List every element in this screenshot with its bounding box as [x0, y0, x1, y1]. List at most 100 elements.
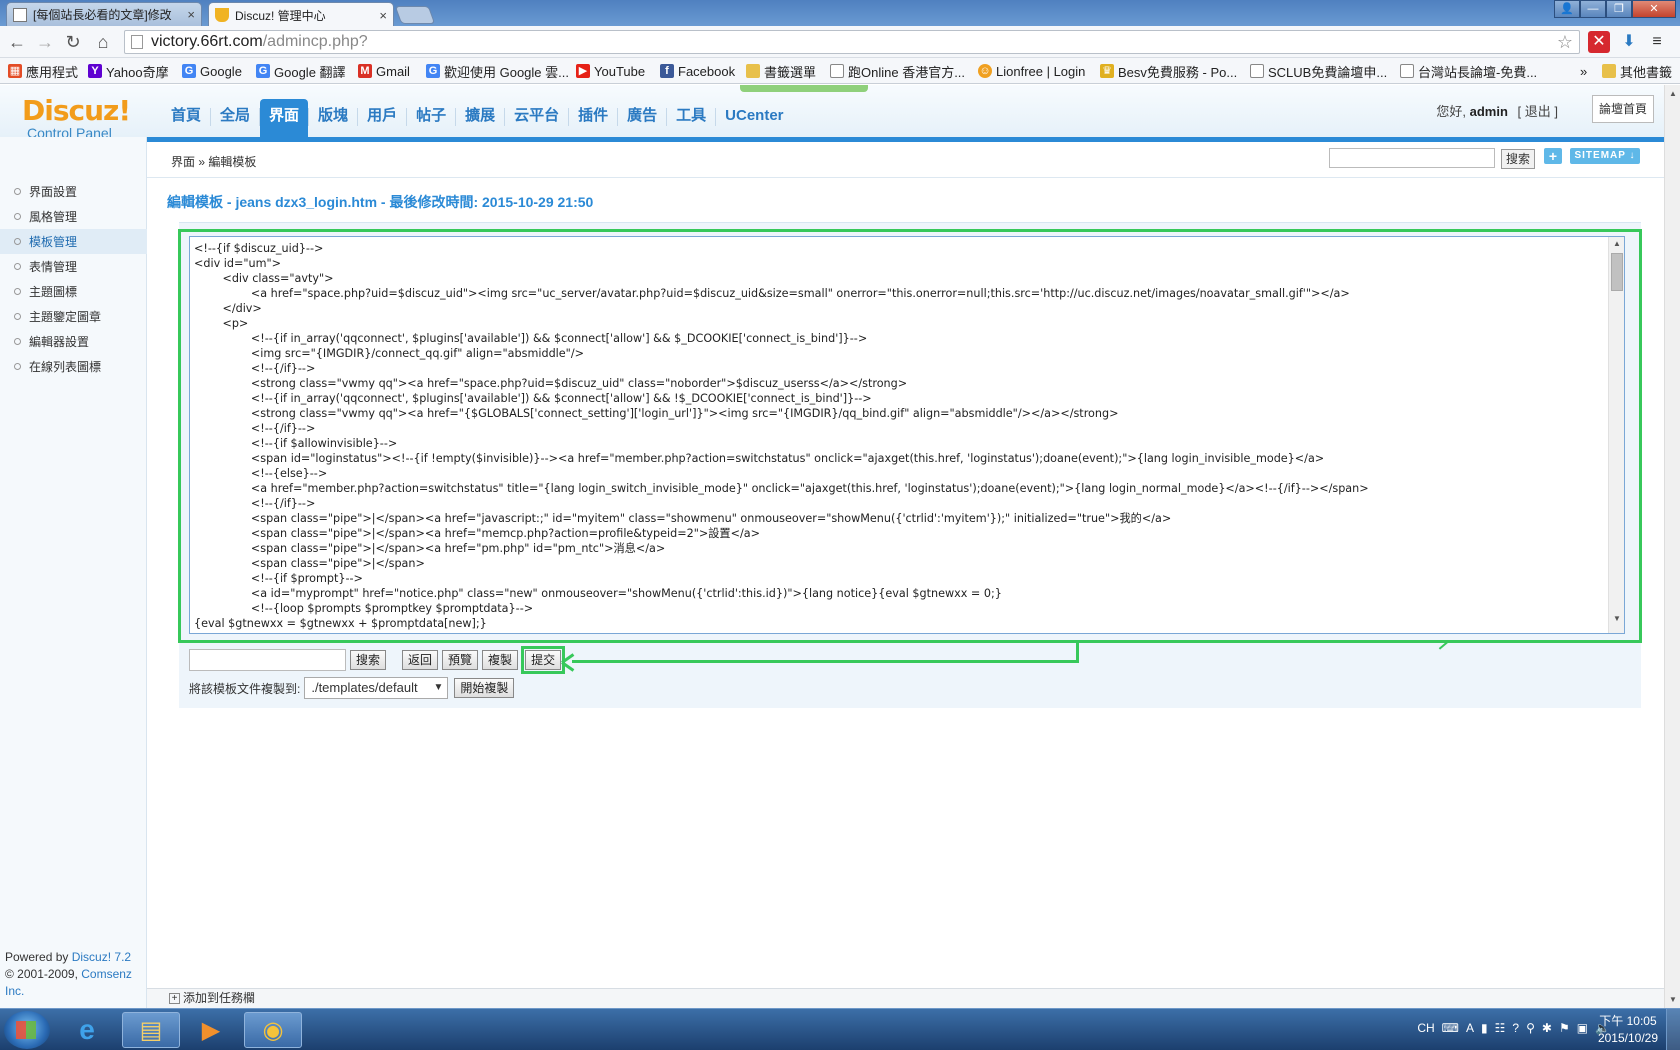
ie-icon[interactable]: e — [58, 1012, 116, 1048]
bookmark-item[interactable]: SCLUB免費論壇申... — [1250, 62, 1387, 80]
add-icon[interactable]: + — [169, 993, 180, 1004]
bookmark-item[interactable]: ☺ Lionfree | Login — [978, 62, 1085, 80]
extension-icon[interactable]: ✕ — [1588, 31, 1610, 53]
reload-icon[interactable]: ↻ — [62, 31, 84, 53]
bug-icon[interactable]: ✱ — [1542, 1021, 1552, 1035]
scroll-up-icon[interactable]: ▲ — [1669, 89, 1677, 98]
sidebar-item[interactable]: 編輯器設置 — [0, 329, 147, 354]
sidebar-item[interactable]: 在線列表圖標 — [0, 354, 147, 379]
browser-tab-0[interactable]: [每個站長必看的文章]修改 × — [6, 2, 202, 26]
other-bookmarks[interactable]: 其他書籤 — [1602, 62, 1672, 80]
search-button[interactable]: 搜索 — [1501, 149, 1535, 169]
search-input[interactable] — [1329, 148, 1495, 168]
explorer-icon[interactable]: ▤ — [122, 1012, 180, 1048]
show-desktop-button[interactable] — [1666, 1009, 1680, 1050]
nav-item[interactable]: 用戶 — [358, 99, 406, 137]
add-icon[interactable]: + — [1544, 148, 1562, 164]
page-scrollbar[interactable]: ▲ ▼ — [1664, 85, 1680, 1008]
bookmark-item[interactable]: 台灣站長論壇-免費... — [1400, 62, 1537, 80]
address-bar[interactable]: victory.66rt.com/admincp.php? ☆ — [124, 30, 1580, 54]
bookmark-item[interactable]: ▶ YouTube — [576, 62, 645, 80]
sidebar-item[interactable]: 模板管理 — [0, 229, 147, 254]
window-close-button[interactable]: ✕ — [1632, 0, 1676, 18]
bookmark-item[interactable]: M Gmail — [358, 62, 410, 80]
flag-icon[interactable]: ⚑ — [1559, 1021, 1570, 1035]
nav-item[interactable]: UCenter — [716, 99, 792, 137]
find-input[interactable] — [189, 649, 346, 671]
bookmark-item[interactable]: G Google — [182, 62, 242, 80]
new-tab-button[interactable] — [394, 6, 436, 24]
help-icon[interactable]: ? — [1512, 1021, 1519, 1035]
scroll-down-icon[interactable]: ▼ — [1669, 995, 1677, 1004]
clock[interactable]: 下午 10:05 2015/10/29 — [1598, 1013, 1658, 1047]
download-icon[interactable]: ⬇ — [1618, 31, 1640, 53]
sidebar-item[interactable]: 主題鑒定圖章 — [0, 304, 147, 329]
minimize-button[interactable]: — — [1580, 0, 1606, 18]
close-icon[interactable]: × — [187, 7, 195, 22]
font-icon[interactable]: A — [1466, 1021, 1474, 1035]
bookmark-item[interactable]: Y Yahoo奇摩 — [88, 62, 169, 80]
copy-target-select[interactable]: ./templates/default ▼ — [304, 677, 449, 699]
nav-item[interactable]: 帖子 — [407, 99, 455, 137]
sidebar-item[interactable]: 風格管理 — [0, 204, 147, 229]
nav-item[interactable]: 擴展 — [456, 99, 504, 137]
bookmark-item[interactable]: 書籤選單 — [746, 62, 816, 80]
sidebar-item[interactable]: 界面設置 — [0, 179, 147, 204]
network-icon[interactable]: ⚲ — [1526, 1021, 1535, 1035]
menu-icon[interactable]: ≡ — [1646, 31, 1668, 53]
add-to-taskbar[interactable]: 添加到任務欄 — [183, 991, 255, 1005]
chrome-icon[interactable]: ◉ — [244, 1012, 302, 1048]
scroll-down-icon[interactable]: ▼ — [1613, 614, 1621, 623]
discuz-logo[interactable]: Discuz! Control Panel — [22, 97, 162, 142]
bookmark-item[interactable]: ▦ 應用程式 — [8, 62, 78, 80]
ime-icon[interactable]: ⌨ — [1442, 1021, 1459, 1035]
sitemap-button[interactable]: SITEMAP ↓ — [1570, 148, 1640, 164]
code-text[interactable]: <!--{if $discuz_uid}--> <div id="um"> <di… — [194, 241, 1606, 631]
forward-arrow-icon[interactable]: → — [34, 31, 56, 53]
bookmark-item[interactable]: f Facebook — [660, 62, 735, 80]
browser-tab-1[interactable]: Discuz! 管理中心 × — [208, 2, 394, 27]
nav-item[interactable]: 插件 — [569, 99, 617, 137]
back-arrow-icon[interactable]: ← — [6, 31, 28, 53]
bookmark-item[interactable]: 跑Online 香港官方... — [830, 62, 965, 80]
bookmark-star-icon[interactable]: ☆ — [1557, 32, 1573, 53]
discuz-link[interactable]: Discuz! 7.2 — [72, 950, 131, 964]
sidebar-item[interactable]: 表情管理 — [0, 254, 147, 279]
bookmarks-overflow[interactable]: » — [1580, 62, 1587, 80]
nav-item[interactable]: 全局 — [211, 99, 259, 137]
forum-home-button[interactable]: 論壇首頁 — [1592, 95, 1654, 123]
nav-item[interactable]: 版塊 — [309, 99, 357, 137]
back-button[interactable]: 返回 — [402, 650, 439, 670]
copy-button[interactable]: 複製 — [482, 650, 519, 670]
bookmark-item[interactable]: ♛ Besv免費服務 - Po... — [1100, 62, 1237, 80]
home-icon[interactable]: ⌂ — [92, 31, 114, 53]
start-button[interactable] — [4, 1011, 50, 1049]
template-code-editor[interactable]: <!--{if $discuz_uid}--> <div id="um"> <di… — [189, 236, 1625, 634]
sidebar-item[interactable]: 主題圖標 — [0, 279, 147, 304]
submit-button[interactable]: 提交 — [525, 650, 562, 670]
find-button[interactable]: 搜索 — [350, 650, 387, 670]
settings-icon[interactable]: ☷ — [1495, 1021, 1506, 1035]
editor-scrollbar[interactable]: ▲ ▼ — [1608, 237, 1624, 633]
nav-item[interactable]: 界面 — [260, 99, 309, 137]
page-title: 編輯模板 - jeans dzx3_login.htm - 最後修改時間: 20… — [167, 194, 594, 210]
nav-item[interactable]: 廣告 — [618, 99, 666, 137]
bookmark-item[interactable]: G 歡迎使用 Google 雲... — [426, 62, 569, 80]
logout-link[interactable]: [ 退出 ] — [1518, 104, 1558, 119]
nav-item[interactable]: 云平台 — [505, 99, 568, 137]
media-player-icon[interactable]: ▶ — [182, 1012, 240, 1048]
monitor-icon[interactable]: ▣ — [1577, 1021, 1588, 1035]
restore-button[interactable]: ❐ — [1606, 0, 1632, 18]
user-icon[interactable]: 👤 — [1554, 0, 1580, 18]
ime-indicator[interactable]: CH — [1417, 1021, 1434, 1035]
nav-item[interactable]: 工具 — [667, 99, 715, 137]
close-icon[interactable]: × — [379, 8, 387, 23]
start-copy-button[interactable]: 開始複製 — [454, 678, 515, 698]
scroll-thumb[interactable] — [1611, 253, 1623, 291]
scroll-up-icon[interactable]: ▲ — [1613, 239, 1621, 248]
preview-button[interactable]: 預覽 — [442, 650, 479, 670]
nav-item[interactable]: 首頁 — [162, 99, 210, 137]
bookmark-item[interactable]: G Google 翻譯 — [256, 62, 346, 80]
bookmark-label: Yahoo奇摩 — [106, 64, 169, 80]
doc-icon[interactable]: ▮ — [1481, 1021, 1488, 1035]
